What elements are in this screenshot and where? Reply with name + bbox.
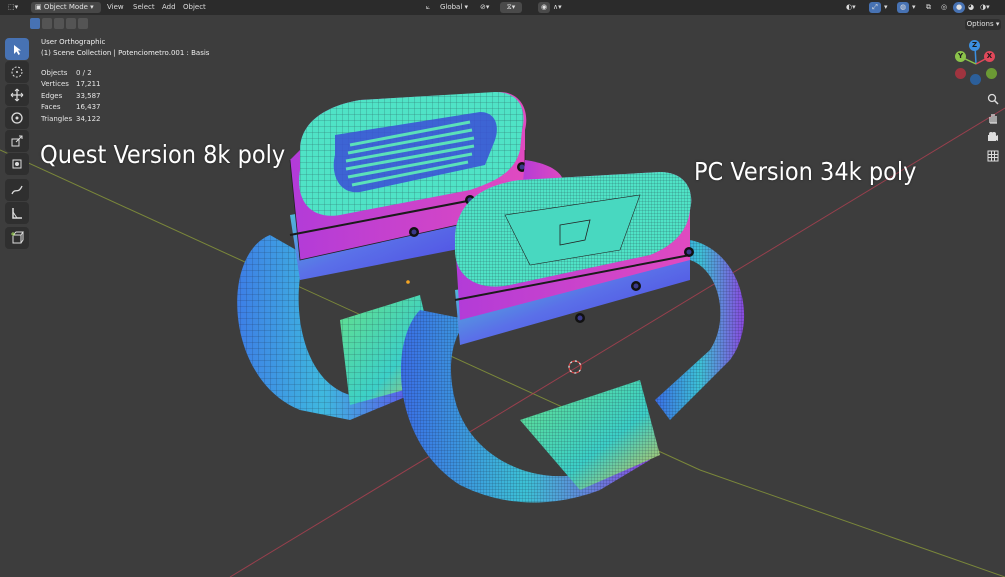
overlay-toggle[interactable]: ◍: [897, 2, 909, 13]
select-invert-icon[interactable]: [66, 18, 76, 29]
measure-icon[interactable]: [5, 202, 29, 224]
gizmo-z-axis[interactable]: Z: [969, 40, 980, 51]
transform-icon[interactable]: [5, 153, 29, 175]
pc-annotation: PC Version 34k poly: [694, 157, 917, 186]
gizmo-x-axis[interactable]: X: [984, 51, 995, 62]
cursor-icon[interactable]: [5, 61, 29, 83]
collection-path: (1) Scene Collection | Potenciometro.001…: [41, 49, 210, 57]
select-box-icon[interactable]: [5, 38, 29, 60]
stat-row: Edges 33,587: [41, 91, 101, 100]
wireframe-shading-icon[interactable]: ◎: [941, 0, 947, 15]
menu-select[interactable]: Select: [133, 0, 155, 15]
stat-row: Objects 0 / 2: [41, 69, 92, 77]
select-intersect-icon[interactable]: [78, 18, 88, 29]
scale-icon[interactable]: [5, 130, 29, 152]
options-label: Options: [966, 20, 994, 28]
menu-add[interactable]: Add: [162, 0, 176, 15]
material-shading-icon[interactable]: ◕: [968, 0, 974, 15]
falloff-icon[interactable]: ∧▾: [553, 0, 562, 15]
zoom-icon[interactable]: [983, 90, 1003, 108]
mode-dropdown[interactable]: ▣ Object Mode ▾: [31, 2, 101, 13]
scene-canvas: [0, 92, 1005, 577]
grid-icon[interactable]: [983, 147, 1003, 165]
select-subtract-icon[interactable]: [54, 18, 64, 29]
pivot-icon[interactable]: ⊘▾: [480, 0, 489, 15]
overlay-dropdown-icon[interactable]: ▾: [912, 0, 916, 15]
orientation-label: Global: [439, 3, 463, 11]
gizmo-dropdown-icon[interactable]: ▾: [884, 0, 888, 15]
menu-view[interactable]: View: [107, 0, 124, 15]
select-extend-icon[interactable]: [42, 18, 52, 29]
hand-icon[interactable]: [983, 109, 1003, 127]
view-name: User Orthographic: [41, 38, 106, 46]
snap-toggle[interactable]: ⧖▾: [500, 2, 522, 13]
scene-statistics: Objects 0 / 2 Vertices 17,211 Edges 33,587 …: [41, 68, 101, 125]
stat-row: Faces 16,437: [41, 103, 101, 112]
rotate-icon[interactable]: [5, 107, 29, 129]
visibility-icon[interactable]: ◐▾: [846, 0, 856, 15]
orientation-dropdown[interactable]: Global ▾: [436, 2, 472, 13]
mode-label: Object Mode: [43, 3, 88, 11]
gizmo-neg-x[interactable]: [955, 68, 966, 79]
menu-object[interactable]: Object: [183, 0, 206, 15]
camera-icon[interactable]: [983, 128, 1003, 146]
annotate-icon[interactable]: [5, 179, 29, 201]
quest-annotation: Quest Version 8k poly: [40, 140, 286, 169]
navigation-gizmo[interactable]: Z X Y: [952, 40, 1000, 88]
proportional-edit-toggle[interactable]: ◉: [538, 2, 550, 13]
solid-shading-icon[interactable]: ●: [953, 2, 965, 13]
stat-row: Triangles 34,122: [41, 114, 101, 123]
gizmo-neg-z[interactable]: [970, 74, 981, 85]
3d-cursor-icon: [568, 360, 582, 374]
move-icon[interactable]: [5, 84, 29, 106]
gizmo-neg-y[interactable]: [986, 68, 997, 79]
rendered-shading-icon[interactable]: ◑▾: [980, 0, 990, 15]
gizmo-toggle[interactable]: ⤢: [869, 2, 881, 13]
add-cube-icon[interactable]: [5, 227, 29, 249]
xray-icon[interactable]: ⧉: [926, 0, 931, 15]
object-mode-icon: ▣: [35, 3, 44, 11]
editor-type-icon[interactable]: ⬚▾: [8, 0, 18, 15]
viewport-header: ⬚▾ ▣ Object Mode ▾ View Select Add Objec…: [0, 0, 1005, 15]
options-dropdown[interactable]: Options ▾: [965, 19, 1001, 30]
stat-row: Vertices 17,211: [41, 80, 101, 89]
select-new-icon[interactable]: [30, 18, 40, 29]
object-origin-dot: [406, 280, 410, 284]
orientation-icon: ⟀: [426, 3, 431, 11]
gizmo-y-axis[interactable]: Y: [955, 51, 966, 62]
3d-viewport[interactable]: User Orthographic (1) Scene Collection |…: [0, 15, 1005, 577]
